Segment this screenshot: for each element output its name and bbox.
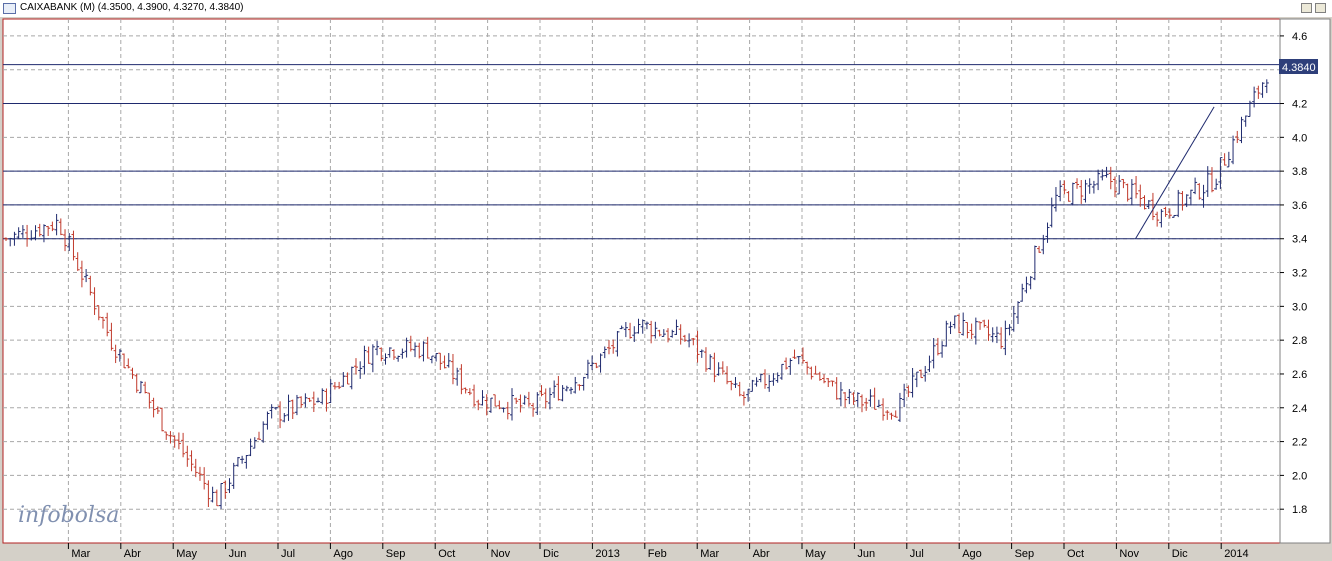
restore-button[interactable] (1301, 3, 1312, 13)
x-tick-label: Nov (491, 548, 511, 560)
x-tick-label: Feb (648, 548, 667, 560)
x-tick-label: Sep (386, 548, 406, 560)
close-button[interactable] (1315, 3, 1326, 13)
y-tick-label: 3.2 (1292, 268, 1307, 280)
y-tick-label: 2.4 (1292, 403, 1307, 415)
x-tick-label: Abr (124, 548, 141, 560)
x-tick-label: Abr (753, 548, 770, 560)
y-tick-label: 4.6 (1292, 31, 1307, 43)
infobolsa-logo: infobolsa (18, 503, 119, 528)
window-title: CAIXABANK (M) (4.3500, 4.3900, 4.3270, 4… (20, 2, 244, 13)
x-tick-label: Dic (543, 548, 559, 560)
x-tick-label: Oct (438, 548, 455, 560)
x-tick-label: 2014 (1224, 548, 1248, 560)
x-tick-label: Jul (910, 548, 924, 560)
y-tick-label: 4.2 (1292, 99, 1307, 111)
x-tick-label: Jun (857, 548, 875, 560)
y-tick-label: 2.8 (1292, 335, 1307, 347)
x-tick-label: Ago (333, 548, 353, 560)
x-tick-label: 2013 (595, 548, 619, 560)
y-tick-label: 2.0 (1292, 470, 1307, 482)
x-tick-label: Oct (1067, 548, 1084, 560)
window-icon (3, 3, 16, 14)
y-tick-label: 4.0 (1292, 132, 1307, 144)
price-chart: 1.8 2.0 2.2 2.4 2.6 2.8 3.0 3.2 3.4 3.6 3.8 4.0 4.2 4… (0, 17, 1332, 561)
y-tick-label: 3.8 (1292, 166, 1307, 178)
x-tick-label: Ago (962, 548, 982, 560)
window-titlebar: CAIXABANK (M) (4.3500, 4.3900, 4.3270, 4… (0, 0, 1332, 18)
x-tick-label: Dic (1172, 548, 1188, 560)
y-tick-label: 3.0 (1292, 301, 1307, 313)
x-tick-label: Mar (700, 548, 719, 560)
y-tick-label: 3.4 (1292, 234, 1307, 246)
x-tick-label: May (805, 548, 826, 560)
y-tick-label: 3.6 (1292, 200, 1307, 212)
y-tick-label: 2.6 (1292, 369, 1307, 381)
y-tick-label: 2.2 (1292, 437, 1307, 449)
x-tick-label: Jun (229, 548, 247, 560)
plot-area (2, 18, 1281, 544)
x-tick-label: Mar (71, 548, 90, 560)
last-value-label: 4.3840 (1282, 62, 1316, 74)
x-tick-label: Jul (281, 548, 295, 560)
x-tick-label: May (176, 548, 197, 560)
x-tick-label: Nov (1119, 548, 1139, 560)
x-tick-label: Sep (1015, 548, 1035, 560)
y-tick-label: 1.8 (1292, 504, 1307, 516)
